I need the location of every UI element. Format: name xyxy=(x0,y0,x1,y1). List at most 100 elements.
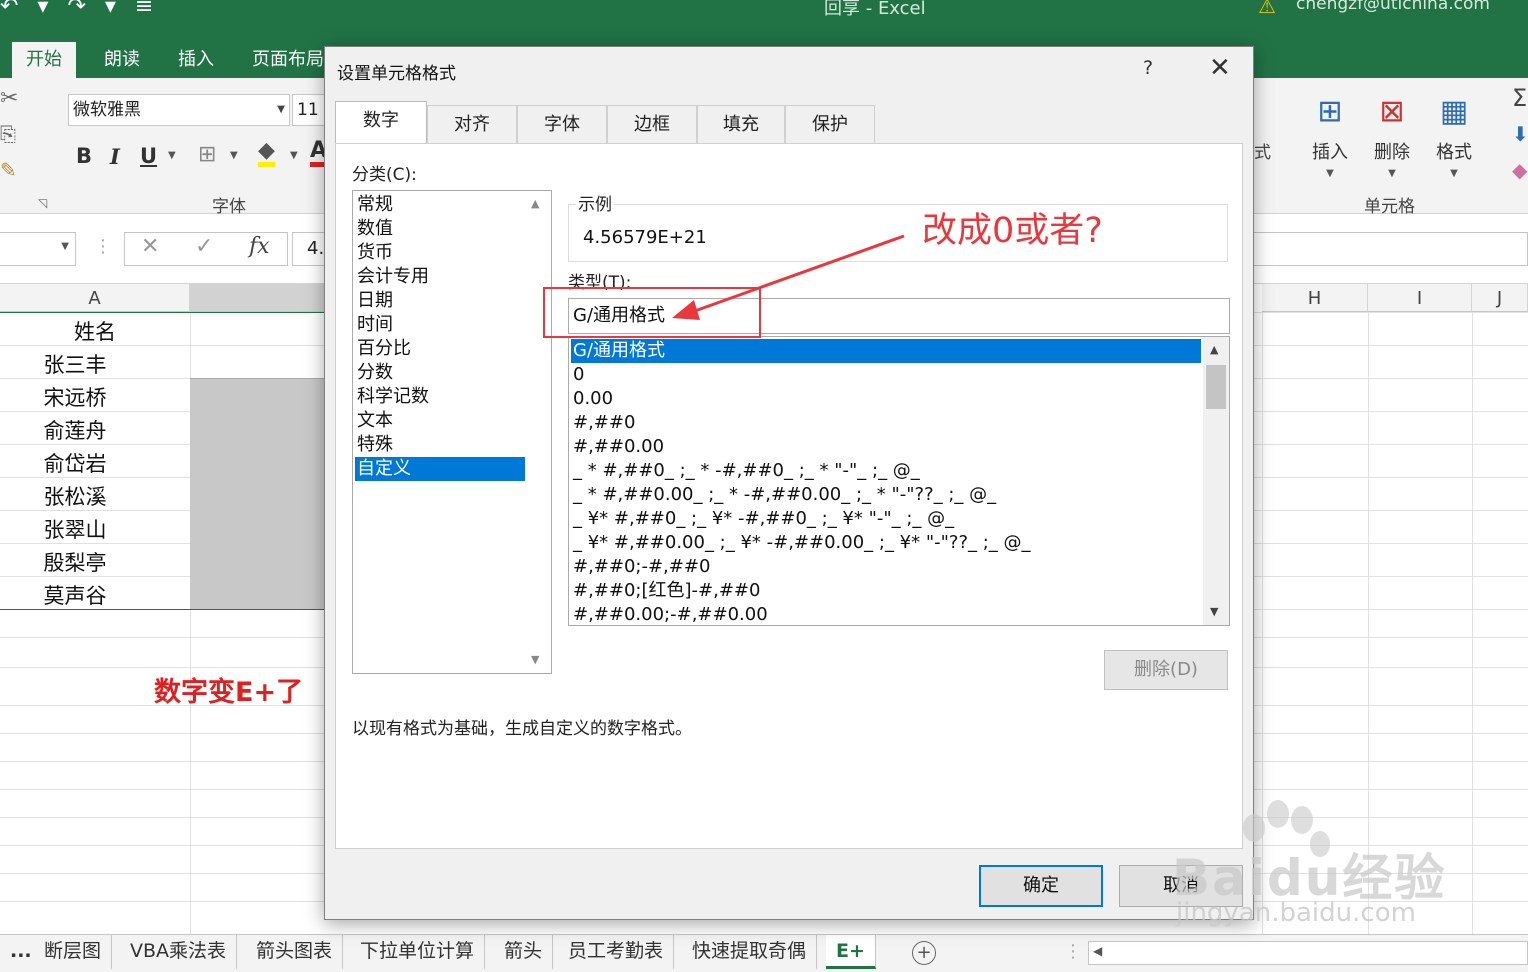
copy-icon[interactable]: ⎘ xyxy=(0,122,16,146)
underline-button[interactable]: U xyxy=(140,144,157,168)
list-item[interactable]: 会计专用 xyxy=(355,265,525,289)
sheet-tab[interactable]: 箭头 xyxy=(494,935,554,969)
table-row[interactable]: 俞莲舟 xyxy=(0,415,150,445)
list-item[interactable]: 百分比 xyxy=(355,337,525,361)
list-item[interactable]: 数值 xyxy=(355,217,525,241)
tab-insert[interactable]: 插入 xyxy=(164,42,228,78)
chevron-down-icon[interactable]: ▼ xyxy=(290,150,298,161)
format-painter-icon[interactable]: ✎ xyxy=(0,158,17,182)
scroll-up-icon[interactable]: ▲ xyxy=(1210,343,1218,356)
column-header-i[interactable]: I xyxy=(1368,284,1472,312)
list-item-selected[interactable]: 自定义 xyxy=(355,457,525,481)
border-icon[interactable]: ⊞ xyxy=(198,142,216,167)
delete-cells-button[interactable]: ⊠ 删除 ▼ xyxy=(1364,86,1420,179)
list-item[interactable]: _ ¥* #,##0_ ;_ ¥* -#,##0_ ;_ ¥* "-"_ ;_ … xyxy=(571,507,1201,531)
scroll-down-icon[interactable]: ▼ xyxy=(531,653,539,666)
ok-button[interactable]: 确定 xyxy=(979,865,1103,907)
scroll-up-icon[interactable]: ▲ xyxy=(531,197,539,210)
tab-font[interactable]: 字体 xyxy=(517,105,607,143)
column-header-h[interactable]: H xyxy=(1262,284,1368,312)
table-row[interactable]: 张三丰 xyxy=(0,349,150,379)
list-item[interactable]: 文本 xyxy=(355,409,525,433)
delete-format-button[interactable]: 删除(D) xyxy=(1104,650,1228,690)
list-item[interactable]: _ * #,##0_ ;_ * -#,##0_ ;_ * "-"_ ;_ @_ xyxy=(571,459,1201,483)
table-row[interactable]: 宋远桥 xyxy=(0,382,150,412)
list-item[interactable]: 分数 xyxy=(355,361,525,385)
list-item[interactable]: _ * #,##0.00_ ;_ * -#,##0.00_ ;_ * "-"??… xyxy=(571,483,1201,507)
table-row[interactable]: 张松溪 xyxy=(0,481,150,511)
tab-protection[interactable]: 保护 xyxy=(785,105,875,143)
list-item[interactable]: #,##0.00;-#,##0.00 xyxy=(571,603,1201,625)
list-item[interactable]: _ ¥* #,##0.00_ ;_ ¥* -#,##0.00_ ;_ ¥* "-… xyxy=(571,531,1201,555)
quick-access-toolbar[interactable]: ↶ ▾ ↷ ▾ ≡ xyxy=(0,0,159,19)
scroll-left-icon[interactable]: ◀ xyxy=(1093,944,1102,958)
list-item[interactable]: 0 xyxy=(571,363,1201,387)
tab-number[interactable]: 数字 xyxy=(335,101,427,144)
list-item-selected[interactable]: G/通用格式 xyxy=(571,339,1201,363)
list-item[interactable]: 特殊 xyxy=(355,433,525,457)
scrollbar-thumb[interactable] xyxy=(1206,365,1226,409)
category-list[interactable]: 常规 数值 货币 会计专用 日期 时间 百分比 分数 科学记数 文本 特殊 自定… xyxy=(352,190,552,674)
cancel-icon[interactable]: ✕ xyxy=(141,234,159,259)
list-item[interactable]: 时间 xyxy=(355,313,525,337)
table-row[interactable]: 俞岱岩 xyxy=(0,448,150,478)
enter-icon[interactable]: ✓ xyxy=(195,234,213,259)
chevron-down-icon[interactable]: ▼ xyxy=(168,150,176,161)
drag-handle-icon[interactable]: ⋮ xyxy=(1064,941,1082,962)
help-button[interactable]: ? xyxy=(1143,57,1153,79)
list-item[interactable]: 科学记数 xyxy=(355,385,525,409)
list-item[interactable]: 常规 xyxy=(355,193,525,217)
tab-read-aloud[interactable]: 朗读 xyxy=(90,42,154,78)
dialog-launcher-icon[interactable]: ◹ xyxy=(38,196,47,210)
format-list-scrollbar[interactable]: ▲ ▼ xyxy=(1203,337,1229,625)
cut-icon[interactable]: ✂ xyxy=(0,86,18,111)
tab-page-layout[interactable]: 页面布局 xyxy=(238,42,338,78)
chevron-down-icon: ▼ xyxy=(1388,168,1396,179)
chevron-down-icon[interactable]: ▼ xyxy=(230,150,238,161)
list-item[interactable]: 货币 xyxy=(355,241,525,265)
tab-home[interactable]: 开始 xyxy=(12,42,76,78)
font-name-select[interactable]: 微软雅黑 ▼ xyxy=(68,94,290,126)
list-item[interactable]: #,##0 xyxy=(571,411,1201,435)
tab-border[interactable]: 边框 xyxy=(607,105,697,143)
list-item[interactable]: #,##0;[红色]-#,##0 xyxy=(571,579,1201,603)
tab-fill[interactable]: 填充 xyxy=(697,105,785,143)
column-header-b[interactable] xyxy=(190,284,326,312)
fill-color-icon[interactable]: ◆ xyxy=(258,140,275,167)
sheet-tab[interactable]: 下拉单位计算 xyxy=(350,935,486,969)
column-header-j[interactable]: J xyxy=(1472,284,1528,312)
insert-cells-button[interactable]: ⊞ 插入 ▼ xyxy=(1302,86,1358,179)
tab-alignment[interactable]: 对齐 xyxy=(427,105,517,143)
annotation-highlight-box xyxy=(543,287,761,338)
fill-down-icon[interactable]: ⬇ xyxy=(1512,122,1528,146)
sheet-tab[interactable]: VBA乘法表 xyxy=(120,935,238,969)
list-item[interactable]: #,##0.00 xyxy=(571,435,1201,459)
warning-icon[interactable]: ⚠ xyxy=(1258,0,1276,18)
scroll-down-icon[interactable]: ▼ xyxy=(1210,605,1218,618)
add-sheet-icon[interactable]: + xyxy=(912,941,936,965)
sheet-tab-active[interactable]: E+ xyxy=(826,935,876,969)
list-item[interactable]: 日期 xyxy=(355,289,525,313)
close-icon[interactable]: ✕ xyxy=(1209,53,1231,83)
user-account[interactable]: chengzf@utichina.com xyxy=(1296,0,1490,14)
sheet-tab[interactable]: 快速提取奇偶 xyxy=(682,935,818,969)
italic-button[interactable]: I xyxy=(110,144,120,169)
table-row[interactable]: 莫声谷 xyxy=(0,580,150,610)
sheet-tab[interactable]: 员工考勤表 xyxy=(558,935,675,969)
autosum-icon[interactable]: Σ xyxy=(1512,84,1527,112)
horizontal-scrollbar[interactable]: ◀ xyxy=(1088,941,1528,965)
column-header-a[interactable]: A xyxy=(0,284,190,312)
list-item[interactable]: #,##0;-#,##0 xyxy=(571,555,1201,579)
insert-function-icon[interactable]: fx xyxy=(249,234,270,259)
clear-icon[interactable]: ◆ xyxy=(1512,158,1527,182)
name-box[interactable]: ▼ xyxy=(0,232,76,266)
sheet-tab[interactable]: 箭头图表 xyxy=(246,935,344,969)
list-item[interactable]: 0.00 xyxy=(571,387,1201,411)
format-code-list[interactable]: G/通用格式 0 0.00 #,##0 #,##0.00 _ * #,##0_ … xyxy=(568,336,1230,626)
table-row[interactable]: 张翠山 xyxy=(0,514,150,544)
sheet-tab[interactable]: 断层图 xyxy=(34,935,113,969)
bold-button[interactable]: B xyxy=(76,144,92,168)
header-cell-name[interactable]: 姓名 xyxy=(0,316,190,346)
table-row[interactable]: 殷梨亭 xyxy=(0,547,150,577)
format-cells-button[interactable]: ▦ 格式 ▼ xyxy=(1426,86,1482,179)
